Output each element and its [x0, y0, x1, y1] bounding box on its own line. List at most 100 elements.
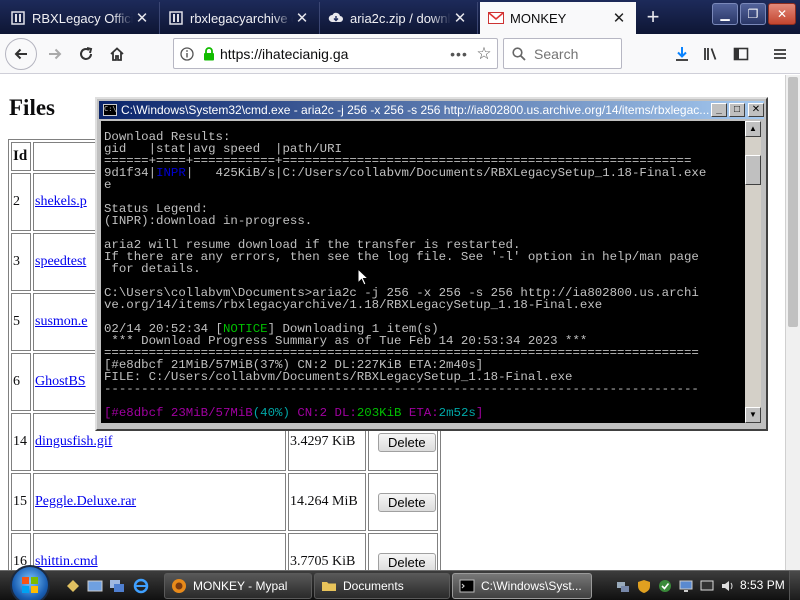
close-window-icon[interactable]: ✕: [768, 3, 796, 25]
close-tab-icon[interactable]: ✕: [451, 9, 469, 27]
page-icon: [10, 10, 26, 26]
console-line: ve.org/14/items/rbxlegacyarchive/1.18/RB…: [104, 299, 745, 311]
console-text: ----------------------------------------…: [104, 382, 699, 396]
start-button[interactable]: [10, 565, 50, 600]
page-scrollbar[interactable]: [785, 75, 800, 570]
console-line: 9d1f34|INPR| 425KiB/s|C:/Users/collabvm/…: [104, 167, 745, 179]
taskbar-button-mypal[interactable]: MONKEY - Mypal: [164, 573, 312, 599]
console-text: (INPR):download in-progress.: [104, 214, 313, 228]
volume-icon[interactable]: [720, 578, 736, 594]
network-icon[interactable]: [615, 578, 631, 594]
forward-arrow-icon[interactable]: [40, 39, 70, 69]
tab-label: aria2c.zip / downlo: [350, 10, 451, 26]
back-arrow-icon[interactable]: [5, 38, 37, 70]
console-scrollbar[interactable]: ▲ ▼: [745, 121, 761, 423]
clock[interactable]: 8:53 PM: [740, 578, 785, 592]
restore-window-icon[interactable]: ❐: [740, 3, 766, 25]
downloads-icon[interactable]: [667, 39, 697, 69]
file-id: 14: [11, 413, 31, 471]
delete-button[interactable]: Delete: [378, 432, 436, 452]
page-scrollbar-thumb[interactable]: [788, 77, 798, 327]
console-text: ve.org/14/items/rbxlegacyarchive/1.18/RB…: [104, 298, 603, 312]
url-bar[interactable]: https://ihatecianig.ga ••• ☆: [173, 38, 498, 69]
monitor-icon[interactable]: [699, 578, 715, 594]
sidebar-icon[interactable]: [726, 39, 756, 69]
show-desktop-button[interactable]: [789, 571, 800, 600]
cloud-download-icon: [328, 10, 344, 26]
taskbar-button-cmd[interactable]: C:\Windows\Syst...: [452, 573, 592, 599]
file-id: 6: [11, 353, 31, 411]
close-tab-icon[interactable]: ✕: [293, 9, 311, 27]
file-link[interactable]: GhostBS: [35, 374, 86, 389]
switch-windows-icon[interactable]: [108, 577, 126, 595]
column-header-id: Id: [11, 142, 31, 171]
tab-aria2c-download[interactable]: aria2c.zip / downlo ✕: [320, 2, 478, 34]
file-link[interactable]: shekels.p: [35, 194, 87, 209]
page-actions-icon[interactable]: •••: [447, 46, 471, 62]
console-window[interactable]: C:\ C:\Windows\System32\cmd.exe - aria2c…: [95, 97, 768, 431]
console-title: C:\Windows\System32\cmd.exe - aria2c -j …: [121, 103, 709, 117]
tab-rbxlegacy-official[interactable]: RBXLegacy Official ✕: [2, 2, 160, 34]
new-tab-plus-icon[interactable]: +: [640, 5, 666, 31]
close-tab-icon[interactable]: ✕: [610, 9, 628, 27]
console-line: ----------------------------------------…: [104, 383, 745, 395]
mouse-cursor-icon: [357, 268, 369, 286]
tab-label: rbxlegacyarchive d: [190, 10, 293, 26]
maximize-icon[interactable]: □: [729, 103, 745, 117]
taskbar-button-documents[interactable]: Documents: [314, 573, 450, 599]
show-desktop-icon[interactable]: [86, 577, 104, 595]
file-link[interactable]: shittin.cmd: [35, 554, 98, 569]
folder-icon: [322, 582, 336, 591]
console-title-bar[interactable]: C:\ C:\Windows\System32\cmd.exe - aria2c…: [99, 101, 764, 119]
file-id: 5: [11, 293, 31, 351]
navigation-toolbar: https://ihatecianig.ga ••• ☆ Search: [0, 34, 800, 74]
quicklaunch-icon[interactable]: [64, 577, 82, 595]
tab-rbxlegacyarchive[interactable]: rbxlegacyarchive d ✕: [160, 2, 320, 34]
internet-explorer-icon[interactable]: [132, 577, 150, 595]
table-row: 15 Peggle.Deluxe.rar 14.264 MiB Delete: [11, 473, 438, 531]
bookmark-star-icon[interactable]: ☆: [471, 44, 497, 64]
console-scrollbar-thumb[interactable]: [745, 155, 761, 185]
file-link[interactable]: dingusfish.gif: [35, 434, 112, 449]
console-text: 203KiB: [356, 406, 402, 420]
display-icon[interactable]: [678, 578, 694, 594]
info-icon[interactable]: [174, 39, 200, 68]
file-size: 14.264 MiB: [288, 473, 366, 531]
scroll-down-icon[interactable]: ▼: [745, 407, 761, 423]
file-link[interactable]: speedtest: [35, 254, 86, 269]
lock-icon[interactable]: [200, 39, 218, 68]
console-text: for details.: [104, 262, 201, 276]
file-link[interactable]: susmon.e: [35, 314, 88, 329]
console-text: | 425KiB/s|C:/Users/collabvm/Documents/R…: [185, 166, 707, 180]
console-text: CN:2 DL:: [289, 406, 357, 420]
console-text: INPR: [156, 166, 186, 180]
delete-button[interactable]: Delete: [378, 492, 436, 512]
cmd-icon: [459, 579, 475, 593]
minimize-window-icon[interactable]: ▁: [712, 3, 738, 25]
console-text: ETA:: [401, 406, 439, 420]
delete-button[interactable]: Delete: [378, 552, 436, 570]
search-icon: [512, 46, 526, 61]
console-text: 2m52s: [438, 406, 476, 420]
console-line: for details.: [104, 263, 745, 275]
gmail-icon: [488, 10, 504, 26]
taskbar: MONKEY - Mypal Documents C:\Windows\Syst…: [0, 565, 800, 600]
windows-logo-icon: [22, 577, 38, 593]
scroll-up-icon[interactable]: ▲: [745, 121, 761, 137]
close-tab-icon[interactable]: ✕: [133, 9, 151, 27]
library-icon[interactable]: [696, 39, 726, 69]
console-output[interactable]: Download Results: gid |stat|avg speed |pa…: [101, 121, 745, 423]
hamburger-menu-icon[interactable]: [765, 39, 795, 69]
shield-icon[interactable]: [636, 578, 652, 594]
file-link[interactable]: Peggle.Deluxe.rar: [35, 494, 136, 509]
table-row: 16 shittin.cmd 3.7705 KiB Delete: [11, 533, 438, 570]
taskbar-button-label: MONKEY - Mypal: [193, 579, 288, 593]
search-input[interactable]: Search: [503, 38, 622, 69]
close-icon[interactable]: ✕: [748, 103, 764, 117]
security-alert-icon[interactable]: [657, 578, 673, 594]
tab-monkey[interactable]: MONKEY ✕: [480, 2, 636, 34]
reload-icon[interactable]: [71, 39, 101, 69]
file-id: 2: [11, 173, 31, 231]
home-icon[interactable]: [102, 39, 132, 69]
minimize-icon[interactable]: _: [711, 103, 727, 117]
